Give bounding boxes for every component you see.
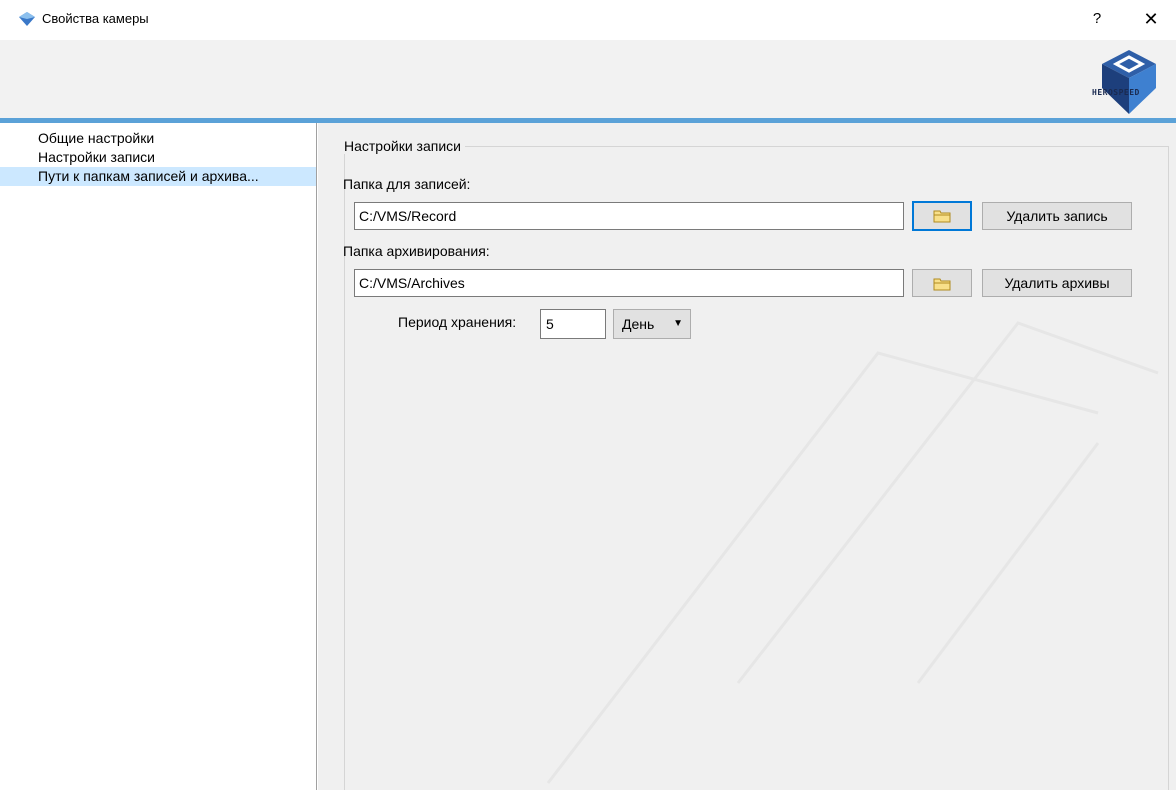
retention-unit-select[interactable]: День ▼ [613, 309, 691, 339]
help-button[interactable]: ? [1084, 6, 1110, 32]
chevron-down-icon: ▼ [673, 318, 683, 329]
content-panel: Настройки записи Папка для записей: C:/V… [318, 123, 1176, 790]
record-folder-label: Папка для записей: [343, 176, 471, 192]
sidebar-item-general[interactable]: Общие настройки [0, 129, 316, 148]
archive-folder-label: Папка архивирования: [343, 243, 490, 259]
delete-record-button[interactable]: Удалить запись [982, 202, 1132, 230]
title-bar: Свойства камеры ? ✕ [0, 0, 1176, 40]
retention-unit-value: День [622, 316, 655, 332]
sidebar-item-folder-paths[interactable]: Пути к папкам записей и архива... [0, 167, 316, 186]
browse-record-folder-button[interactable] [912, 201, 972, 231]
camera-app-icon [19, 12, 35, 26]
close-button[interactable]: ✕ [1136, 6, 1166, 32]
record-folder-input[interactable]: C:/VMS/Record [354, 202, 904, 230]
folder-icon [933, 278, 951, 291]
delete-archives-button[interactable]: Удалить архивы [982, 269, 1132, 297]
settings-sidebar: Общие настройки Настройки записи Пути к … [0, 123, 317, 790]
retention-period-label: Период хранения: [398, 314, 517, 330]
archive-folder-input[interactable]: C:/VMS/Archives [354, 269, 904, 297]
folder-icon [933, 210, 951, 223]
header-banner: HEROSPEED [0, 40, 1176, 118]
group-title: Настройки записи [340, 138, 465, 154]
retention-period-input[interactable]: 5 [540, 309, 606, 339]
logo-text: HEROSPEED [1092, 88, 1140, 97]
window-title: Свойства камеры [42, 11, 149, 26]
herospeed-logo [1102, 50, 1156, 114]
sidebar-item-record-settings[interactable]: Настройки записи [0, 148, 316, 167]
browse-archive-folder-button[interactable] [912, 269, 972, 297]
